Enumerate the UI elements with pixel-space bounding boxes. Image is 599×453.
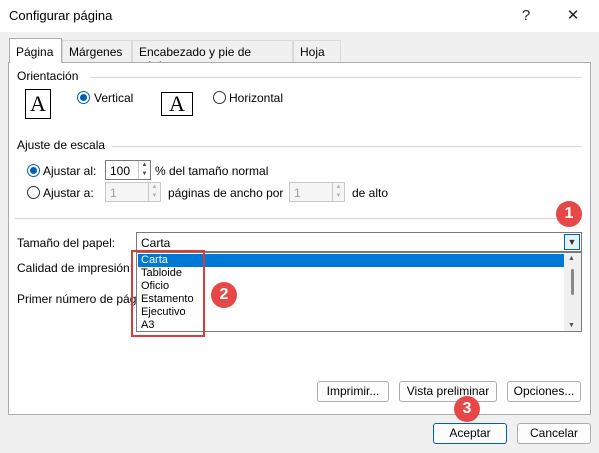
first-page-number-label: Primer número de pági [17, 292, 140, 306]
pages-wide-value[interactable]: 1 [110, 186, 117, 200]
stepper-down-icon: ▼ [141, 171, 148, 177]
help-button[interactable]: ? [513, 4, 539, 28]
stepper-down-icon: ▼ [335, 193, 342, 199]
chevron-down-icon[interactable]: ▼ [564, 234, 580, 250]
horizontal-label[interactable]: Horizontal [229, 91, 283, 105]
fit-to-label[interactable]: Ajustar a: [43, 186, 94, 200]
print-button[interactable]: Imprimir... [317, 381, 389, 402]
vertical-radio[interactable] [77, 91, 90, 104]
dropdown-scrollbar[interactable]: ▲ ▼ [564, 253, 581, 331]
scrollbar-thumb[interactable] [571, 269, 574, 295]
options-button[interactable]: Opciones... [507, 381, 581, 402]
adjust-to-suffix: % del tamaño normal [155, 164, 269, 178]
callout-1: 1 [556, 201, 582, 227]
preview-button[interactable]: Vista preliminar [399, 381, 497, 402]
adjust-to-stepper[interactable]: 100 ▲ ▼ [105, 160, 151, 180]
divider [90, 77, 582, 78]
fit-to-radio[interactable] [27, 186, 40, 199]
stepper-up-icon: ▲ [141, 162, 148, 168]
pages-tall-suffix: de alto [352, 186, 389, 200]
stepper-arrows[interactable]: ▲ ▼ [332, 183, 344, 201]
stepper-arrows[interactable]: ▲ ▼ [148, 183, 160, 201]
tab-hoja[interactable]: Hoja [293, 40, 341, 62]
paper-size-value[interactable]: Carta [141, 236, 170, 250]
close-button[interactable]: ✕ [560, 4, 586, 28]
window-title: Configurar página [9, 8, 113, 23]
scroll-up-icon: ▲ [568, 255, 575, 262]
cancel-button[interactable]: Cancelar [517, 423, 591, 444]
adjust-to-value[interactable]: 100 [110, 164, 130, 178]
tab-encabezado[interactable]: Encabezado y pie de página [132, 40, 293, 73]
scaling-heading: Ajuste de escala [17, 138, 106, 152]
orientation-heading: Orientación [17, 69, 79, 83]
stepper-down-icon: ▼ [151, 193, 158, 199]
paper-size-label: Tamaño del papel: [17, 236, 116, 250]
ok-button[interactable]: Aceptar [433, 423, 507, 444]
adjust-to-radio[interactable] [27, 164, 40, 177]
stepper-arrows[interactable]: ▲ ▼ [138, 161, 150, 179]
pages-wide-stepper[interactable]: 1 ▲ ▼ [105, 182, 161, 202]
divider [15, 218, 582, 219]
pages-tall-value[interactable]: 1 [294, 186, 301, 200]
horizontal-radio[interactable] [213, 91, 226, 104]
landscape-page-icon: A [161, 92, 193, 116]
callout-2: 2 [211, 282, 237, 308]
portrait-page-icon: A [25, 89, 51, 119]
stepper-up-icon: ▲ [335, 184, 342, 190]
stepper-up-icon: ▲ [151, 184, 158, 190]
print-quality-label: Calidad de impresión: [17, 261, 134, 275]
pages-tall-stepper[interactable]: 1 ▲ ▼ [289, 182, 345, 202]
pages-wide-suffix: páginas de ancho por [168, 186, 284, 200]
highlight-box [131, 250, 205, 337]
paper-size-select[interactable]: Carta ▼ [136, 232, 582, 252]
tab-pagina[interactable]: Página [9, 38, 62, 63]
tab-margenes[interactable]: Márgenes [62, 40, 132, 62]
adjust-to-label[interactable]: Ajustar al: [43, 164, 96, 178]
callout-3: 3 [454, 396, 480, 422]
scroll-down-icon: ▼ [568, 322, 575, 329]
vertical-label[interactable]: Vertical [94, 91, 133, 105]
divider [112, 146, 582, 147]
